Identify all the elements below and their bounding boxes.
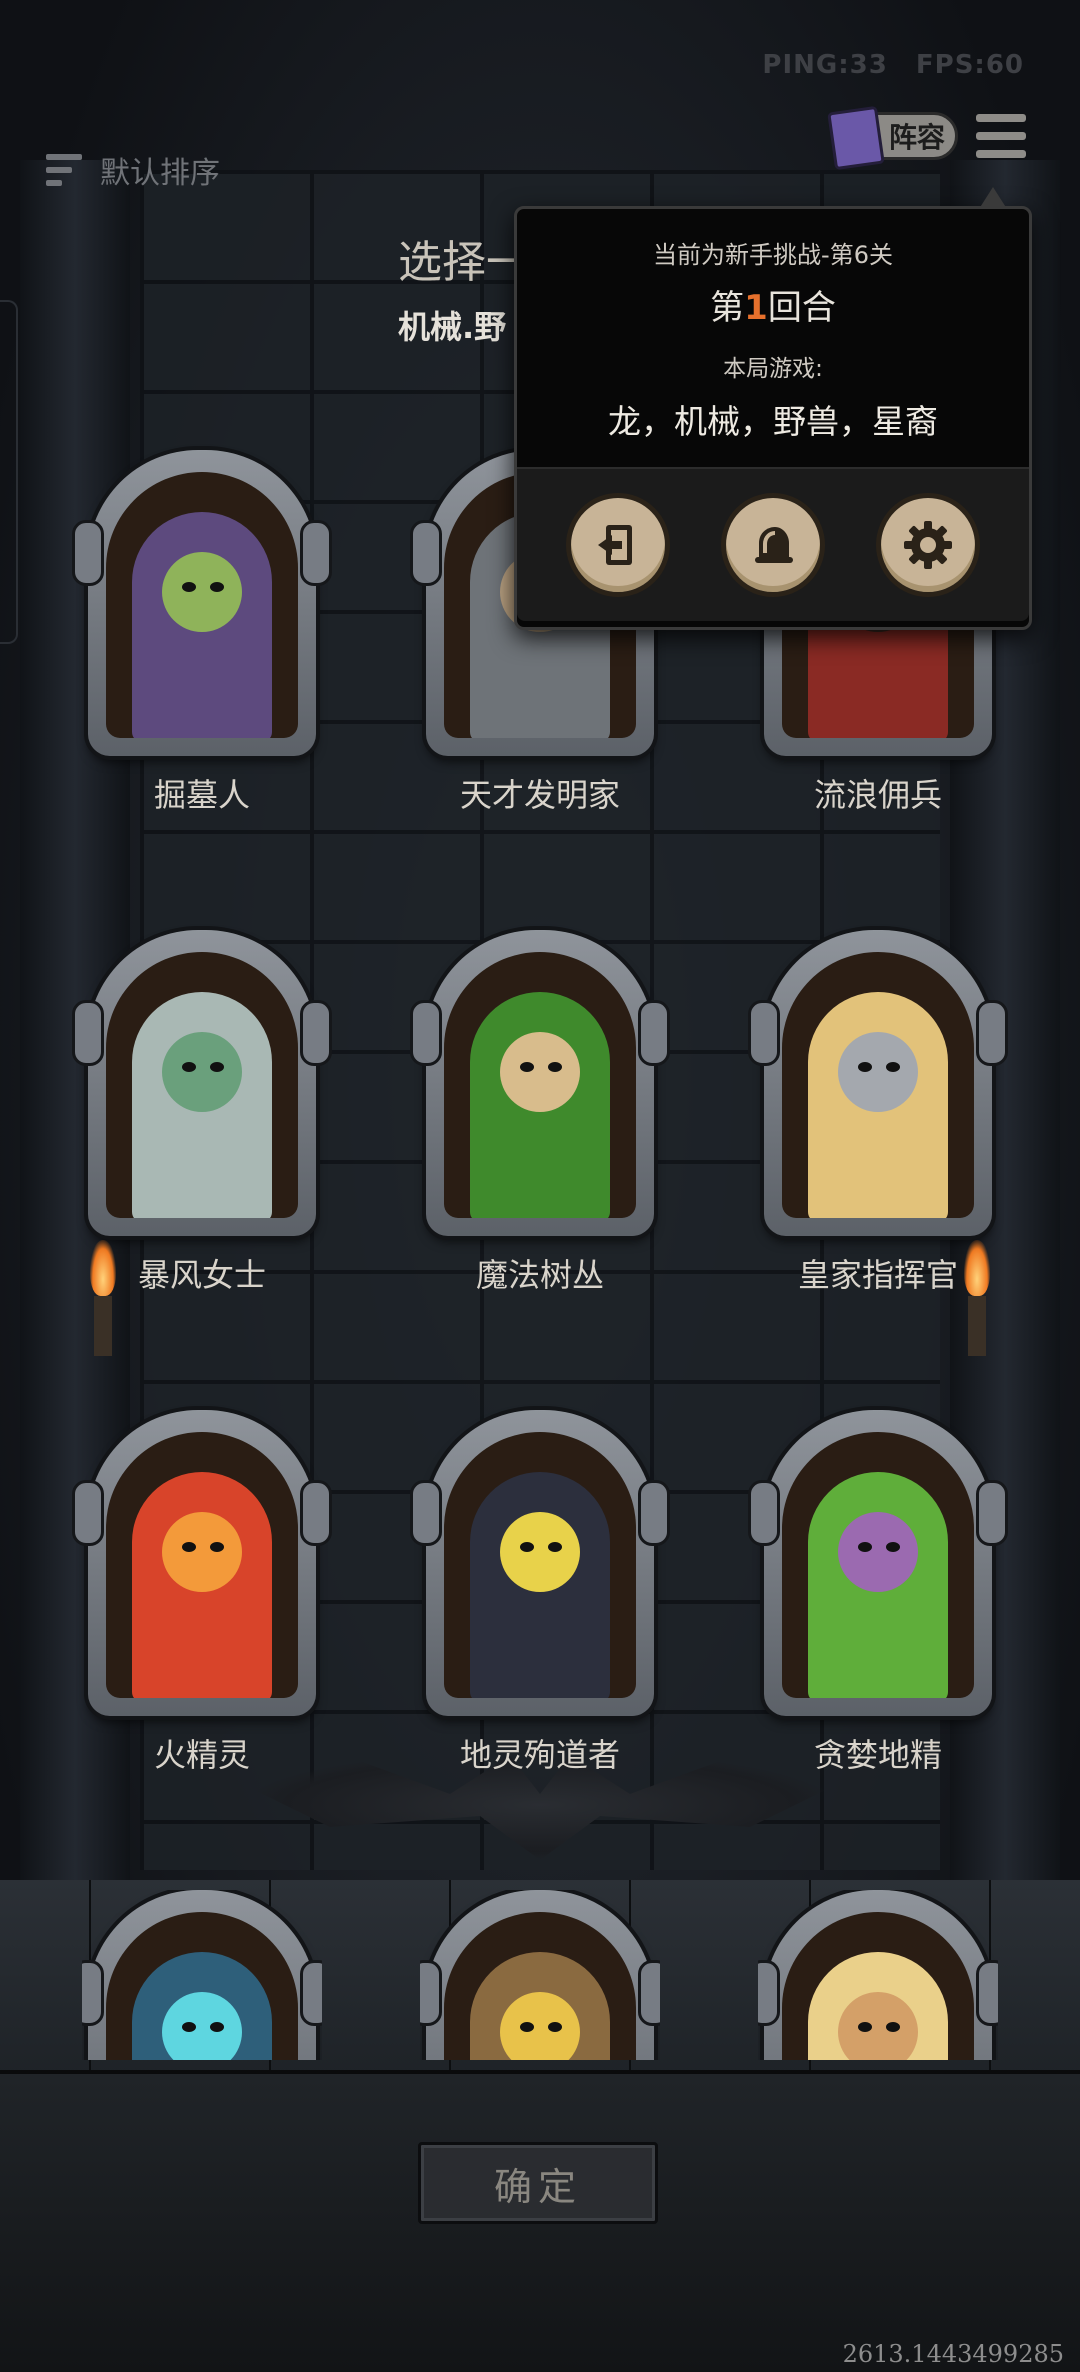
coordinate-readout: 2613.1443499285 [842,2340,1064,2368]
hero-card[interactable]: 魔法树丛 [410,930,670,1296]
hero-portrait [782,1432,974,1698]
game-info-popup: 当前为新手挑战-第6关 第1回合 本局游戏: 龙，机械，野兽，星裔 [514,187,1032,630]
portrait-frame [410,930,670,1236]
hero-portrait [782,952,974,1218]
portrait-frame [748,930,1008,1236]
hero-card[interactable]: 火精灵 [72,1410,332,1776]
portrait-frame [748,1410,1008,1716]
sort-label: 默认排序 [100,156,220,191]
hero-card[interactable] [758,1890,998,2060]
hero-portrait [106,472,298,738]
hero-card[interactable] [420,1890,660,2060]
exit-button[interactable] [566,493,671,597]
hero-portrait [444,952,636,1218]
sort-button[interactable]: 默认排序 [46,148,220,192]
spellbook-icon [827,105,885,171]
types-label: 本局游戏: [723,356,823,382]
settings-button[interactable] [875,493,980,597]
page-title: 选择一 [398,237,530,288]
hero-name: 天才发明家 [459,776,620,814]
portrait-frame [758,1890,998,2060]
hero-name: 流浪佣兵 [813,776,942,814]
portrait-frame [72,1410,332,1716]
fps-text: FPS:60 [915,50,1024,80]
portrait-frame [72,450,332,756]
portrait-frame [82,1890,322,2060]
portrait-frame [410,1410,670,1716]
hero-portrait [444,1912,636,2060]
hero-portrait [106,1912,298,2060]
hero-card[interactable]: 贪婪地精 [748,1410,1008,1776]
hero-name: 火精灵 [153,1736,250,1774]
hero-name: 掘墓人 [153,776,250,814]
round-number: 1 [744,288,768,328]
side-tab[interactable] [0,300,18,644]
hero-name: 暴风女士 [137,1256,266,1294]
hero-portrait [444,1432,636,1698]
hero-name: 魔法树丛 [475,1256,604,1294]
lineup-label: 阵容 [888,121,945,154]
game-screen: PING:33 FPS:60 默认排序 阵容 选择一 机械.野 掘墓人 天才发明家… [0,0,1080,2372]
hero-portrait [106,952,298,1218]
popup-arrow [979,187,1007,209]
hero-card[interactable] [82,1890,322,2060]
game-types: 龙，机械，野兽，星裔 [608,402,938,441]
hero-name: 地灵殉道者 [459,1736,620,1774]
network-stats: PING:33 FPS:60 [744,50,1024,80]
gear-icon [903,521,952,569]
hero-name: 皇家指挥官 [797,1256,958,1294]
confirm-button[interactable]: 确定 [418,2142,658,2224]
hero-name: 贪婪地精 [813,1736,942,1774]
sort-icon [46,152,88,188]
exit-door-icon [598,525,633,565]
hero-portrait [106,1432,298,1698]
hero-portrait [782,1912,974,2060]
portrait-frame [420,1890,660,2060]
page-subtitle: 机械.野 [398,308,507,346]
round-text: 第1回合 [710,288,836,328]
challenge-text: 当前为新手挑战-第6关 [653,241,893,269]
hero-card[interactable]: 暴风女士 [72,930,332,1296]
portrait-frame [72,930,332,1236]
lineup-button[interactable]: 阵容 [827,105,958,171]
ping-text: PING:33 [762,50,888,80]
hero-card[interactable]: 皇家指挥官 [748,930,1008,1296]
hamburger-menu-icon[interactable] [976,114,1026,158]
bell-icon [754,527,793,563]
tips-button[interactable] [720,493,825,597]
hero-card[interactable]: 掘墓人 [72,450,332,816]
hero-card[interactable]: 地灵殉道者 [410,1410,670,1776]
